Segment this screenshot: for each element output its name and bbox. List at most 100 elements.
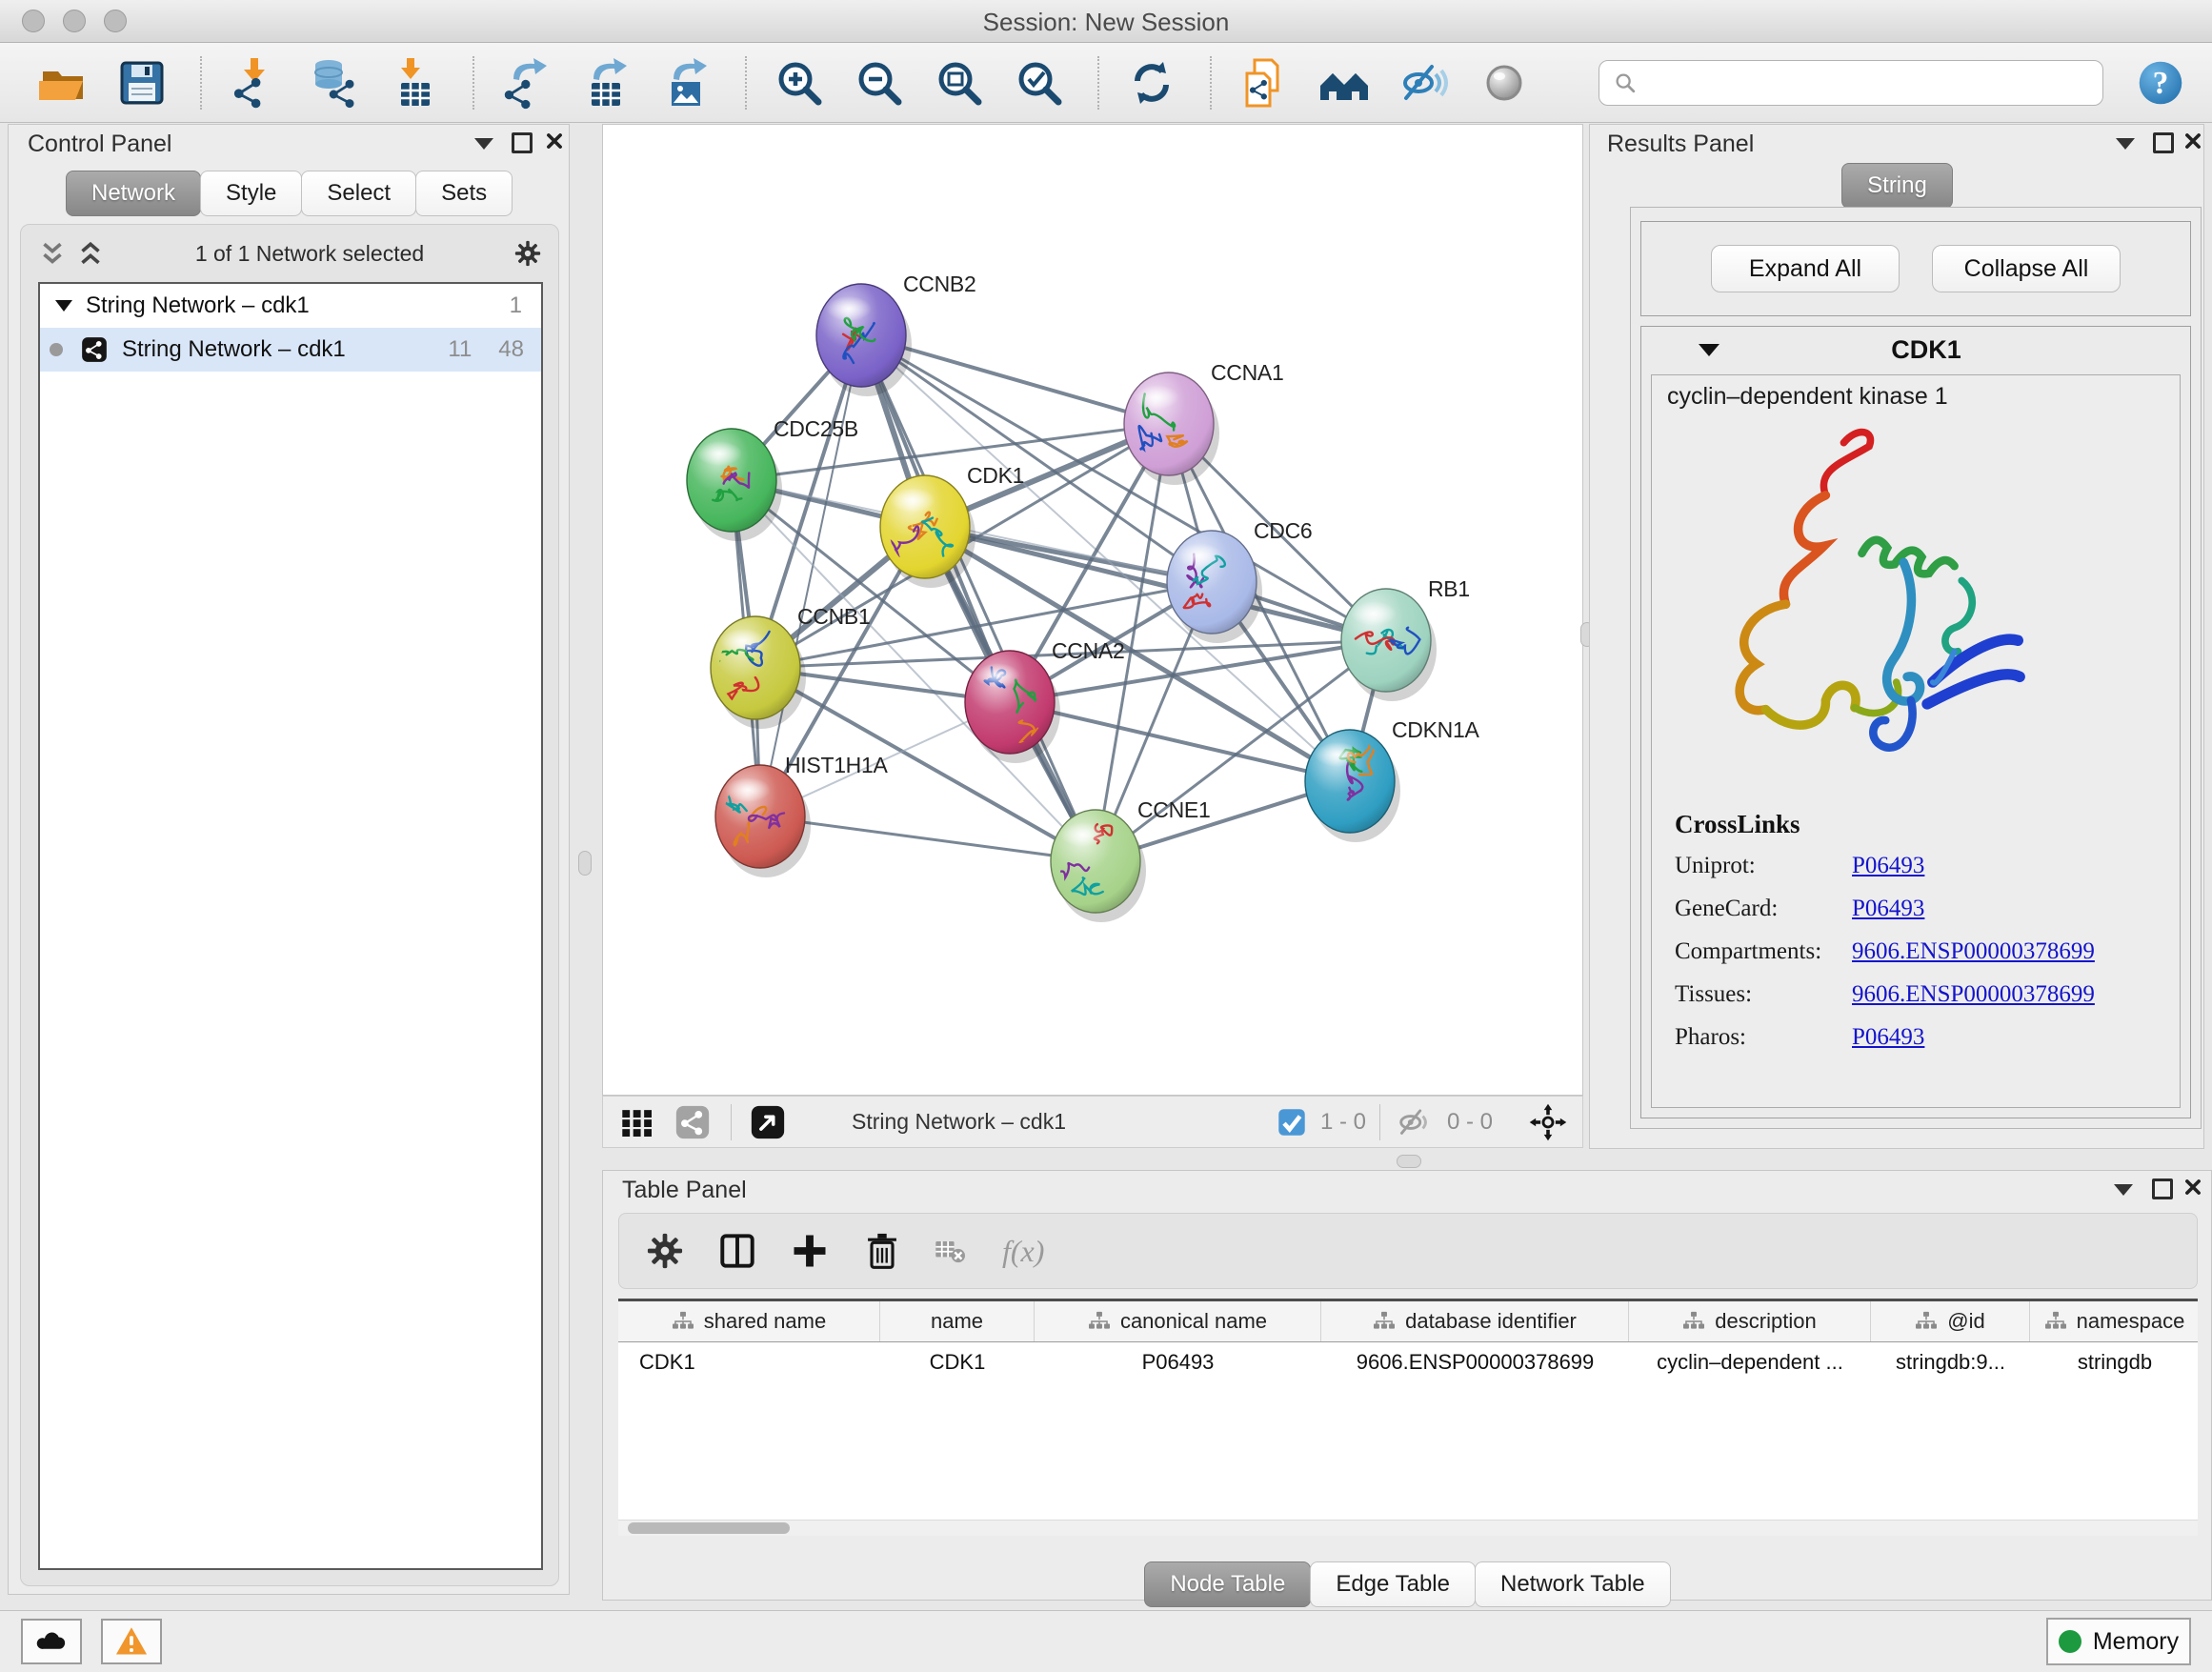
- crosslink-link[interactable]: 9606.ENSP00000378699: [1852, 938, 2095, 965]
- hidden-eye-icon[interactable]: [1396, 1101, 1434, 1143]
- table-cell[interactable]: P06493: [1035, 1342, 1321, 1382]
- import-table-button[interactable]: [387, 55, 442, 111]
- view-grid-icon[interactable]: [616, 1101, 658, 1143]
- results-panel-close-icon[interactable]: [2182, 131, 2203, 156]
- column-header-database-identifier[interactable]: database identifier: [1321, 1301, 1629, 1341]
- tab-style[interactable]: Style: [200, 171, 302, 216]
- show-items-button[interactable]: [1477, 55, 1532, 111]
- save-session-button[interactable]: [114, 55, 170, 111]
- network-node-CCNA1[interactable]: [1124, 373, 1219, 485]
- column-header-namespace[interactable]: namespace: [2030, 1301, 2198, 1341]
- collapse-all-icon[interactable]: [36, 237, 69, 270]
- entry-collapse-icon[interactable]: [1699, 344, 1719, 356]
- network-options-gear-icon[interactable]: [513, 238, 543, 269]
- tab-node-table[interactable]: Node Table: [1144, 1561, 1311, 1607]
- network-view-canvas[interactable]: CCNB2CCNA1CDC25BCDK1CDC6RB1CCNB1CCNA2CDK…: [602, 124, 1583, 1096]
- zoom-out-button[interactable]: [852, 55, 907, 111]
- table-cell[interactable]: CDK1: [618, 1342, 880, 1382]
- column-header-name[interactable]: name: [880, 1301, 1035, 1341]
- network-node-RB1[interactable]: [1341, 589, 1437, 701]
- table-row[interactable]: CDK1CDK1P064939606.ENSP00000378699cyclin…: [618, 1342, 2198, 1382]
- export-network-button[interactable]: [499, 55, 554, 111]
- column-header-description[interactable]: description: [1629, 1301, 1871, 1341]
- open-session-button[interactable]: [34, 55, 90, 111]
- bottom-splitter-handle[interactable]: [1397, 1155, 1421, 1168]
- network-row-selected[interactable]: String Network – cdk1 11 48: [40, 328, 541, 372]
- tab-select[interactable]: Select: [301, 171, 416, 216]
- expand-all-icon[interactable]: [74, 237, 107, 270]
- control-panel-menu-icon[interactable]: [474, 138, 493, 150]
- export-table-button[interactable]: [579, 55, 634, 111]
- tab-sets[interactable]: Sets: [415, 171, 513, 216]
- refresh-button[interactable]: [1124, 55, 1179, 111]
- network-edge[interactable]: [861, 335, 1096, 861]
- control-panel-close-icon[interactable]: [544, 131, 565, 156]
- import-database-button[interactable]: [307, 55, 362, 111]
- results-panel-float-icon[interactable]: [2153, 132, 2174, 153]
- show-columns-icon[interactable]: [714, 1228, 760, 1274]
- table-cell[interactable]: 9606.ENSP00000378699: [1321, 1342, 1629, 1382]
- selected-checkbox-icon[interactable]: [1277, 1101, 1307, 1143]
- delete-column-icon[interactable]: [859, 1228, 905, 1274]
- crosslink-link[interactable]: 9606.ENSP00000378699: [1852, 981, 2095, 1008]
- table-settings-gear-icon[interactable]: [642, 1228, 688, 1274]
- tab-edge-table[interactable]: Edge Table: [1310, 1561, 1476, 1607]
- tab-network-table[interactable]: Network Table: [1475, 1561, 1671, 1607]
- pan-crosshair-icon[interactable]: [1527, 1101, 1569, 1143]
- help-button[interactable]: [2136, 58, 2185, 108]
- results-panel-menu-icon[interactable]: [2116, 138, 2135, 150]
- left-splitter-handle[interactable]: [578, 851, 592, 876]
- column-header-canonical-name[interactable]: canonical name: [1035, 1301, 1321, 1341]
- table-cell[interactable]: cyclin–dependent ...: [1629, 1342, 1871, 1382]
- table-cell[interactable]: stringdb: [2030, 1342, 2198, 1382]
- column-header-shared-name[interactable]: shared name: [618, 1301, 880, 1341]
- export-image-button[interactable]: [659, 55, 714, 111]
- import-network-button[interactable]: [227, 55, 282, 111]
- zoom-fit-button[interactable]: [932, 55, 987, 111]
- table-panel-menu-icon[interactable]: [2114, 1184, 2133, 1196]
- cloud-status-button[interactable]: [21, 1619, 82, 1664]
- control-panel-float-icon[interactable]: [512, 132, 533, 153]
- tab-string[interactable]: String: [1841, 163, 1953, 209]
- tab-network[interactable]: Network: [66, 171, 201, 216]
- crosslink-link[interactable]: P06493: [1852, 853, 1924, 879]
- network-collection-row[interactable]: String Network – cdk1 1: [40, 284, 541, 328]
- function-builder-icon[interactable]: f(x): [1002, 1234, 1044, 1269]
- birdseye-view-icon[interactable]: [747, 1101, 789, 1143]
- table-panel-close-icon[interactable]: [2182, 1177, 2203, 1202]
- table-horizontal-scrollbar[interactable]: [618, 1520, 2198, 1536]
- table-cell[interactable]: CDK1: [880, 1342, 1035, 1382]
- crosslink-link[interactable]: P06493: [1852, 1024, 1924, 1051]
- expand-all-button[interactable]: Expand All: [1711, 245, 1900, 292]
- network-edge[interactable]: [760, 335, 861, 816]
- collapse-all-button[interactable]: Collapse All: [1932, 245, 2121, 292]
- hide-items-button[interactable]: [1397, 55, 1452, 111]
- zoom-selected-button[interactable]: [1012, 55, 1067, 111]
- network-node-HIST1H1A[interactable]: [715, 765, 811, 877]
- network-graph[interactable]: CCNB2CCNA1CDC25BCDK1CDC6RB1CCNB1CCNA2CDK…: [603, 125, 1582, 1095]
- warnings-button[interactable]: [101, 1619, 162, 1664]
- network-edge[interactable]: [1010, 702, 1350, 781]
- memory-button[interactable]: Memory: [2046, 1618, 2191, 1665]
- network-node-CDKN1A[interactable]: [1305, 730, 1400, 842]
- network-node-CDK1[interactable]: [880, 475, 975, 588]
- home-networks-button[interactable]: [1317, 55, 1372, 111]
- collection-expand-icon[interactable]: [55, 300, 72, 312]
- table-cell[interactable]: stringdb:9...: [1871, 1342, 2030, 1382]
- zoom-in-button[interactable]: [772, 55, 827, 111]
- add-column-icon[interactable]: [787, 1228, 833, 1274]
- crosslink-link[interactable]: P06493: [1852, 896, 1924, 922]
- network-node-CDC25B[interactable]: [687, 429, 782, 541]
- column-header--id[interactable]: @id: [1871, 1301, 2030, 1341]
- duplicate-network-button[interactable]: [1237, 55, 1292, 111]
- search-input[interactable]: [1647, 69, 2089, 97]
- network-node-CCNA2[interactable]: [965, 651, 1060, 763]
- view-share-icon[interactable]: [672, 1101, 714, 1143]
- network-node-CCNB2[interactable]: [816, 284, 912, 396]
- table-panel-float-icon[interactable]: [2152, 1178, 2173, 1199]
- node-table[interactable]: shared namenamecanonical namedatabase id…: [618, 1299, 2198, 1535]
- scrollbar-thumb[interactable]: [628, 1522, 790, 1534]
- search-field[interactable]: [1599, 60, 2103, 106]
- network-node-CCNB1[interactable]: [711, 616, 806, 729]
- delete-table-icon[interactable]: [932, 1228, 970, 1274]
